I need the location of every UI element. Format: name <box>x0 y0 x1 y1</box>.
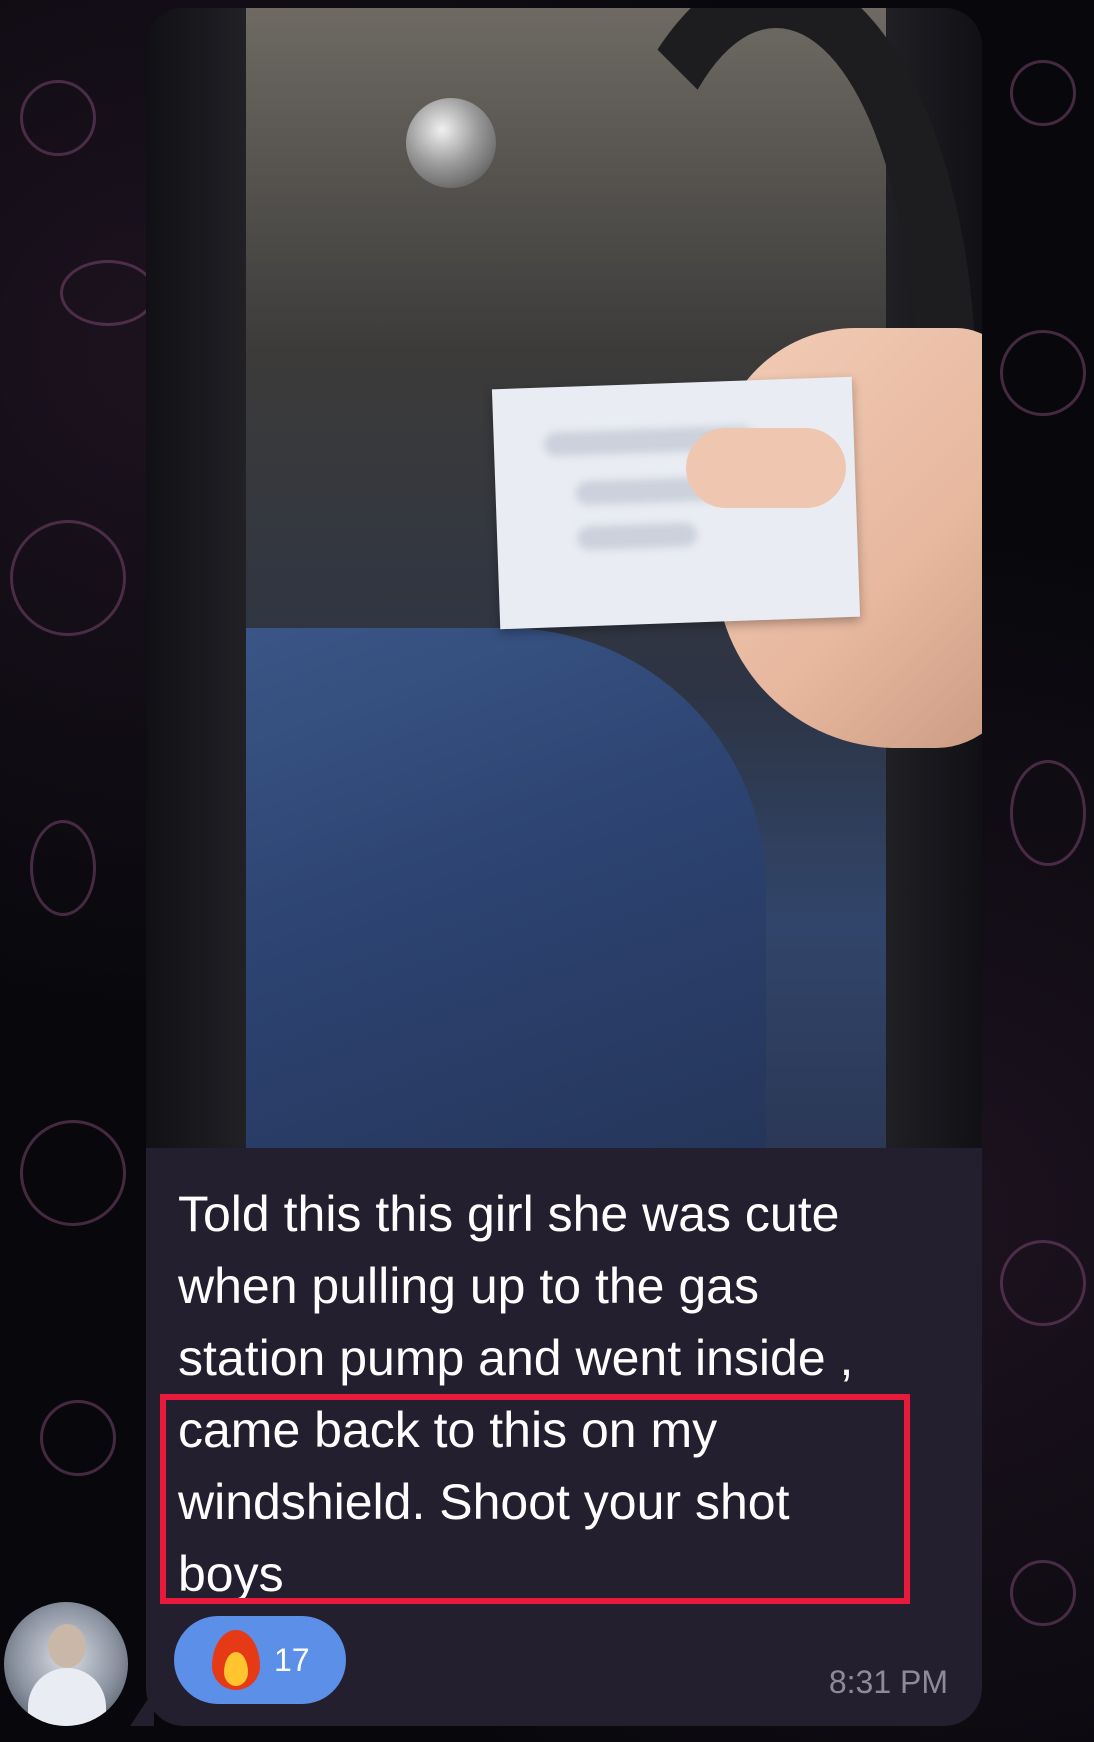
avatar-body <box>28 1668 106 1726</box>
message-bubble[interactable]: Told this this girl she was cute when pul… <box>146 8 982 1726</box>
background-doodle <box>1010 60 1076 126</box>
note-blurred-text <box>576 522 698 551</box>
photo-thumb <box>686 428 846 508</box>
photo-jeans <box>246 628 766 1148</box>
message-timestamp: 8:31 PM <box>828 1664 948 1700</box>
message-text-line: station pump and went inside , <box>178 1330 854 1386</box>
background-doodle <box>10 520 126 636</box>
background-doodle <box>1010 1560 1076 1626</box>
background-doodle <box>40 1400 116 1476</box>
background-doodle <box>1000 330 1086 416</box>
background-doodle <box>1000 1240 1086 1326</box>
reaction-chip[interactable]: 17 <box>174 1616 346 1704</box>
avatar-head <box>48 1624 86 1668</box>
photo-car-knob <box>406 98 496 188</box>
background-doodle <box>20 80 96 156</box>
message-text-line: when pulling up to the gas <box>178 1258 759 1314</box>
background-doodle <box>20 1120 126 1226</box>
background-doodle <box>30 820 96 916</box>
avatar[interactable] <box>4 1602 128 1726</box>
fire-icon-inner <box>224 1652 248 1686</box>
reaction-count: 17 <box>274 1641 310 1678</box>
fire-icon <box>212 1630 260 1690</box>
message-text-line: Told this this girl she was cute <box>178 1186 840 1242</box>
photo-content <box>246 8 982 1148</box>
message-photo[interactable] <box>146 8 982 1148</box>
background-doodle <box>1010 760 1086 866</box>
highlight-box <box>160 1394 910 1604</box>
background-doodle <box>60 260 156 326</box>
